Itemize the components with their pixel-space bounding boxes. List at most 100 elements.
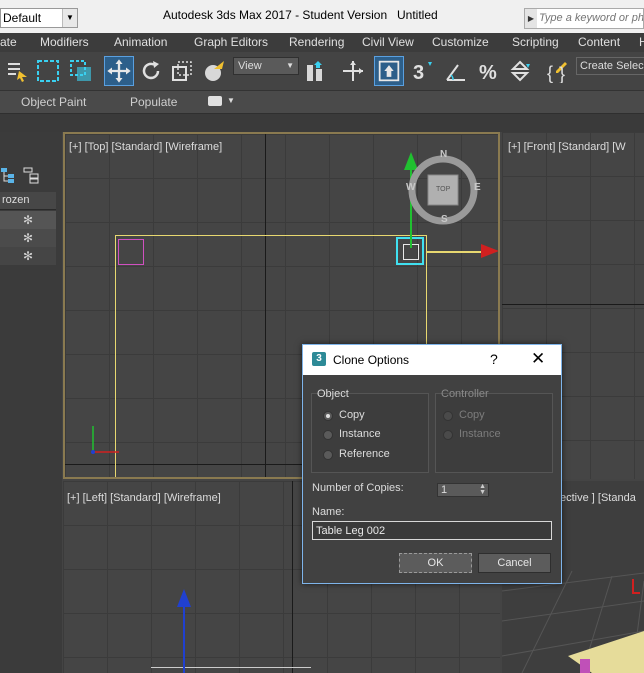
move-tool-button[interactable] — [104, 56, 134, 86]
angle-snap-icon[interactable] — [444, 59, 468, 83]
compass-east: E — [474, 182, 481, 193]
compass-north: N — [440, 149, 448, 160]
create-selection-set-field[interactable]: Create Selec — [576, 57, 644, 75]
search-input[interactable] — [539, 10, 643, 26]
radio-indicator — [323, 411, 333, 421]
radio-label: Reference — [339, 448, 390, 460]
chevron-down-icon: ▼ — [62, 9, 77, 27]
frozen-toggle-row[interactable]: ✻ — [0, 229, 56, 247]
percent-snap-icon[interactable]: % — [477, 59, 501, 83]
menu-modifiers[interactable]: Modifiers — [40, 35, 89, 49]
radio-indicator — [443, 411, 453, 421]
radio-indicator — [443, 430, 453, 440]
radio-label: Copy — [459, 409, 485, 421]
ok-button[interactable]: OK — [399, 553, 472, 573]
menu-rendering[interactable]: Rendering — [289, 35, 344, 49]
reference-coordinate-select[interactable]: View ▼ — [233, 57, 299, 75]
svg-text:3: 3 — [413, 62, 424, 83]
ground-line — [151, 667, 311, 668]
copies-value: 1 — [441, 484, 448, 496]
dialog-title-bar[interactable]: 3 Clone Options ? ✕ — [303, 345, 561, 375]
title-bar: Default ▼ Autodesk 3ds Max 2017 - Studen… — [0, 0, 644, 33]
object-group-label: Object — [317, 388, 349, 400]
edit-named-selection-icon[interactable]: { } — [545, 59, 569, 83]
keyboard-override-icon — [378, 60, 400, 82]
spinner-arrows-icon[interactable]: ▲ ▼ — [479, 483, 486, 496]
workspace-select[interactable]: Default ▼ — [0, 8, 78, 28]
snaps-toggle-icon[interactable]: 3 — [411, 59, 435, 83]
number-of-copies-spinner[interactable]: 1 ▲ ▼ — [437, 483, 489, 497]
radio-label: Instance — [459, 428, 501, 440]
document-title: Untitled — [397, 8, 438, 22]
chevron-right-icon: ▶ — [525, 9, 537, 28]
menu-civil-view[interactable]: Civil View — [362, 35, 414, 49]
frozen-column-header[interactable]: rozen — [0, 192, 56, 210]
svg-text:%: % — [479, 62, 497, 83]
reference-coordinate-value: View — [238, 60, 262, 72]
controller-group-label: Controller — [441, 388, 489, 400]
placement-icon[interactable] — [202, 59, 226, 83]
clone-name-input[interactable] — [312, 521, 552, 540]
table-leg-object[interactable] — [118, 239, 144, 265]
ribbon-options-icon[interactable] — [208, 96, 222, 106]
select-region-icon[interactable] — [36, 59, 60, 83]
scale-icon[interactable] — [170, 59, 194, 83]
menu-animation[interactable]: Animation — [114, 35, 167, 49]
workspace-label: Default — [3, 11, 42, 25]
rotate-icon[interactable] — [139, 59, 163, 83]
menu-graph-editors[interactable]: Graph Editors — [194, 35, 268, 49]
grid-axis-line — [502, 304, 644, 305]
menu-bar: ate Modifiers Animation Graph Editors Re… — [0, 33, 644, 52]
gizmo-z-axis-icon — [177, 589, 191, 673]
viewport-label-top[interactable]: [+] [Top] [Standard] [Wireframe] — [69, 141, 222, 153]
spinner-snap-icon[interactable] — [508, 59, 532, 83]
gizmo-x-arrow-icon — [481, 244, 498, 258]
select-by-name-icon[interactable] — [5, 59, 29, 83]
move-icon — [107, 59, 131, 83]
hierarchy-icon[interactable] — [0, 166, 18, 184]
viewport-label-front[interactable]: [+] [Front] [Standard] [W — [508, 141, 626, 153]
app-logo-icon: 3 — [312, 352, 326, 366]
viewport-label-left[interactable]: [+] [Left] [Standard] [Wireframe] — [67, 492, 221, 504]
menu-content[interactable]: Content — [578, 35, 620, 49]
help-button[interactable]: ? — [490, 351, 498, 367]
frozen-toggle-row[interactable]: ✻ — [0, 247, 56, 265]
layer-hierarchy-icon[interactable] — [22, 166, 40, 184]
chevron-down-icon[interactable]: ▼ — [227, 96, 235, 105]
dialog-title: Clone Options — [333, 353, 410, 367]
select-manipulate-icon[interactable] — [341, 59, 365, 83]
ribbon: Object Paint Populate ▼ — [0, 91, 644, 114]
app-title: Autodesk 3ds Max 2017 - Student Version — [163, 8, 388, 22]
axis-tripod-icon — [91, 426, 119, 454]
toolbar-separator — [0, 114, 644, 132]
clone-options-dialog: 3 Clone Options ? ✕ Object Copy Instance… — [302, 344, 562, 584]
gizmo-x-axis[interactable] — [427, 251, 485, 253]
svg-text:{: { — [547, 63, 553, 83]
ribbon-tab-populate[interactable]: Populate — [130, 95, 177, 109]
chevron-down-icon: ▼ — [286, 61, 294, 70]
cancel-button[interactable]: Cancel — [478, 553, 551, 573]
radio-label: Instance — [339, 428, 381, 440]
close-button[interactable]: ✕ — [531, 349, 545, 369]
use-pivot-icon[interactable] — [304, 59, 328, 83]
radio-indicator — [323, 430, 333, 440]
viewcube-face-label: TOP — [436, 186, 451, 193]
copies-label: Number of Copies: — [312, 482, 404, 494]
window-crossing-icon[interactable] — [69, 59, 93, 83]
menu-create[interactable]: ate — [0, 35, 17, 49]
keyboard-shortcut-toggle[interactable] — [374, 56, 404, 86]
svg-text:}: } — [559, 64, 565, 83]
name-label: Name: — [312, 506, 345, 518]
main-toolbar: 3 % { } — [0, 52, 644, 91]
menu-customize[interactable]: Customize — [432, 35, 489, 49]
menu-scripting[interactable]: Scripting — [512, 35, 559, 49]
radio-label: Copy — [339, 409, 365, 421]
compass-west: W — [406, 182, 416, 193]
gizmo-z-arrow-icon — [632, 579, 640, 594]
keyword-search[interactable]: ▶ — [524, 8, 644, 29]
menu-help[interactable]: H — [639, 35, 644, 49]
grid-axis-line — [292, 481, 293, 673]
frozen-toggle-row[interactable]: ✻ — [0, 211, 56, 229]
compass-south: S — [441, 214, 448, 225]
ribbon-tab-object-paint[interactable]: Object Paint — [21, 95, 86, 109]
